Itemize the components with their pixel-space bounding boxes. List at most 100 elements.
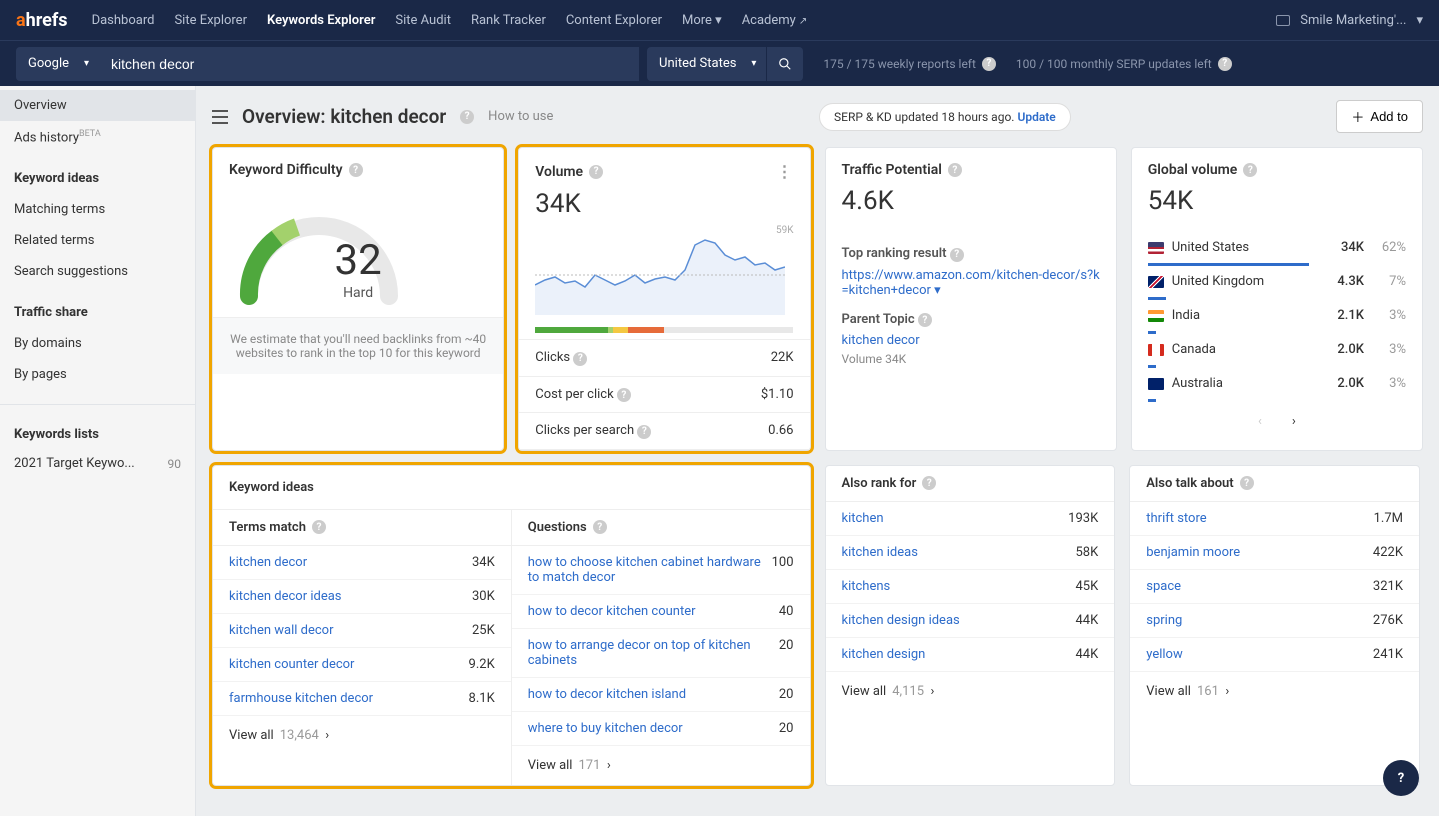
flag-icon	[1148, 276, 1164, 288]
gv-row[interactable]: India 2.1K 3%	[1132, 300, 1422, 331]
keyword-link[interactable]: how to choose kitchen cabinet hardware t…	[528, 555, 772, 585]
prev-icon[interactable]: ‹	[1258, 414, 1262, 429]
flag-icon	[1148, 310, 1164, 322]
keyword-link[interactable]: thrift store	[1146, 511, 1216, 526]
keyword-link[interactable]: space	[1146, 579, 1191, 594]
top-result-link[interactable]: https://www.amazon.com/kitchen-decor/s?k…	[842, 268, 1100, 298]
keyword-link[interactable]: benjamin moore	[1146, 545, 1250, 560]
keyword-link[interactable]: kitchen counter decor	[229, 657, 364, 672]
next-icon[interactable]: ›	[1292, 414, 1296, 429]
terms-view-all[interactable]: View all13,464 ›	[213, 716, 511, 755]
gv-row[interactable]: Australia 2.0K 3%	[1132, 368, 1422, 399]
sidebar-item-overview[interactable]: Overview	[0, 90, 195, 121]
keyword-link[interactable]: yellow	[1146, 647, 1192, 662]
help-icon[interactable]: ?	[1243, 163, 1257, 177]
keyword-input[interactable]	[99, 47, 639, 81]
plus-icon: ＋	[1351, 107, 1364, 126]
questions-view-all[interactable]: View all171 ›	[512, 746, 810, 785]
nav-site-explorer[interactable]: Site Explorer	[174, 13, 247, 28]
help-icon[interactable]: ?	[589, 165, 603, 179]
sidebar-item-by-pages[interactable]: By pages	[0, 359, 195, 390]
gv-row[interactable]: United States 34K 62%	[1132, 232, 1422, 263]
keyword-volume: 1.7M	[1374, 511, 1403, 526]
nav-content-explorer[interactable]: Content Explorer	[566, 13, 662, 28]
help-icon[interactable]: ?	[918, 313, 932, 327]
sidebar-list-item[interactable]: 2021 Target Keywo... 90	[0, 450, 195, 477]
nav-rank-tracker[interactable]: Rank Tracker	[471, 13, 546, 28]
monitor-icon	[1276, 15, 1290, 26]
content: Overview: kitchen decor ? How to use SER…	[196, 86, 1439, 816]
gv-row[interactable]: Canada 2.0K 3%	[1132, 334, 1422, 365]
also-rank-for-card: Also rank for? kitchen 193K kitchen idea…	[825, 465, 1116, 786]
gv-row[interactable]: United Kingdom 4.3K 7%	[1132, 266, 1422, 297]
help-icon[interactable]: ?	[593, 520, 607, 534]
volume-distribution-bar	[535, 327, 793, 333]
keyword-row: how to choose kitchen cabinet hardware t…	[512, 546, 810, 595]
sidebar-item-by-domains[interactable]: By domains	[0, 328, 195, 359]
keyword-link[interactable]: where to buy kitchen decor	[528, 721, 693, 736]
keyword-link[interactable]: kitchen decor	[229, 555, 317, 570]
source-select[interactable]: Google	[16, 47, 99, 81]
keyword-link[interactable]: kitchen decor ideas	[229, 589, 352, 604]
update-link[interactable]: Update	[1017, 110, 1055, 124]
help-icon[interactable]: ?	[349, 163, 363, 177]
keyword-volume: 193K	[1068, 511, 1098, 526]
keyword-row: where to buy kitchen decor 20	[512, 712, 810, 746]
gv-value: 54K	[1132, 186, 1422, 232]
keyword-link[interactable]: kitchen design ideas	[842, 613, 970, 628]
flag-icon	[1148, 344, 1164, 356]
alsotalk-view-all[interactable]: View all161 ›	[1130, 672, 1419, 711]
nav-keywords-explorer[interactable]: Keywords Explorer	[267, 13, 375, 28]
keyword-row: kitchen design ideas 44K	[826, 604, 1115, 638]
hamburger-icon[interactable]	[212, 110, 228, 124]
more-icon[interactable]: ⋮	[777, 162, 794, 181]
how-to-use[interactable]: How to use	[488, 109, 553, 124]
help-icon[interactable]: ?	[1240, 476, 1254, 490]
search-button[interactable]	[767, 47, 803, 81]
help-icon[interactable]: ?	[922, 476, 936, 490]
questions-head: Questions	[528, 520, 587, 535]
add-to-button[interactable]: ＋ Add to	[1336, 100, 1423, 133]
keyword-volume: 20	[779, 721, 794, 736]
nav-site-audit[interactable]: Site Audit	[395, 13, 451, 28]
sidebar-item-ads[interactable]: Ads historyBETA	[0, 121, 195, 153]
help-icon[interactable]: ?	[460, 110, 474, 124]
keyword-link[interactable]: kitchen design	[842, 647, 936, 662]
nav-dashboard[interactable]: Dashboard	[92, 13, 155, 28]
keyword-link[interactable]: how to decor kitchen island	[528, 687, 696, 702]
keyword-link[interactable]: kitchens	[842, 579, 901, 594]
sidebar-item-related[interactable]: Related terms	[0, 225, 195, 256]
keyword-link[interactable]: kitchen wall decor	[229, 623, 344, 638]
sidebar-item-matching[interactable]: Matching terms	[0, 194, 195, 225]
help-icon[interactable]: ?	[312, 520, 326, 534]
serp-status: SERP & KD updated 18 hours ago. Update	[819, 103, 1071, 131]
keyword-link[interactable]: how to arrange decor on top of kitchen c…	[528, 638, 779, 668]
keyword-link[interactable]: kitchen	[842, 511, 894, 526]
keyword-link[interactable]: farmhouse kitchen decor	[229, 691, 383, 706]
keyword-row: how to decor kitchen counter 40	[512, 595, 810, 629]
alsorank-view-all[interactable]: View all4,115 ›	[826, 672, 1115, 711]
help-icon[interactable]: ?	[948, 163, 962, 177]
nav-more[interactable]: More ▾	[682, 13, 722, 28]
parent-topic-link[interactable]: kitchen decor	[842, 333, 1100, 348]
keyword-volume: 20	[779, 638, 794, 653]
help-icon[interactable]: ?	[950, 248, 964, 262]
help-icon[interactable]: ?	[573, 352, 587, 366]
account-menu[interactable]: Smile Marketing'... ▾	[1276, 13, 1423, 28]
chevron-down-icon: ▾	[1416, 13, 1423, 28]
help-fab[interactable]: ?	[1383, 760, 1419, 796]
nav-academy[interactable]: Academy↗	[742, 13, 808, 28]
keyword-link[interactable]: spring	[1146, 613, 1192, 628]
country-select[interactable]: United States	[647, 47, 766, 81]
sidebar-item-suggestions[interactable]: Search suggestions	[0, 256, 195, 287]
clicks-row: Clicks ?22K	[519, 340, 809, 377]
keyword-volume: 422K	[1373, 545, 1403, 560]
keyword-link[interactable]: kitchen ideas	[842, 545, 928, 560]
help-icon[interactable]: ?	[617, 388, 631, 402]
keyword-volume: 45K	[1075, 579, 1098, 594]
keyword-volume: 44K	[1075, 647, 1098, 662]
help-icon[interactable]: ?	[637, 425, 651, 439]
keyword-row: spring 276K	[1130, 604, 1419, 638]
keyword-row: kitchen ideas 58K	[826, 536, 1115, 570]
keyword-link[interactable]: how to decor kitchen counter	[528, 604, 706, 619]
